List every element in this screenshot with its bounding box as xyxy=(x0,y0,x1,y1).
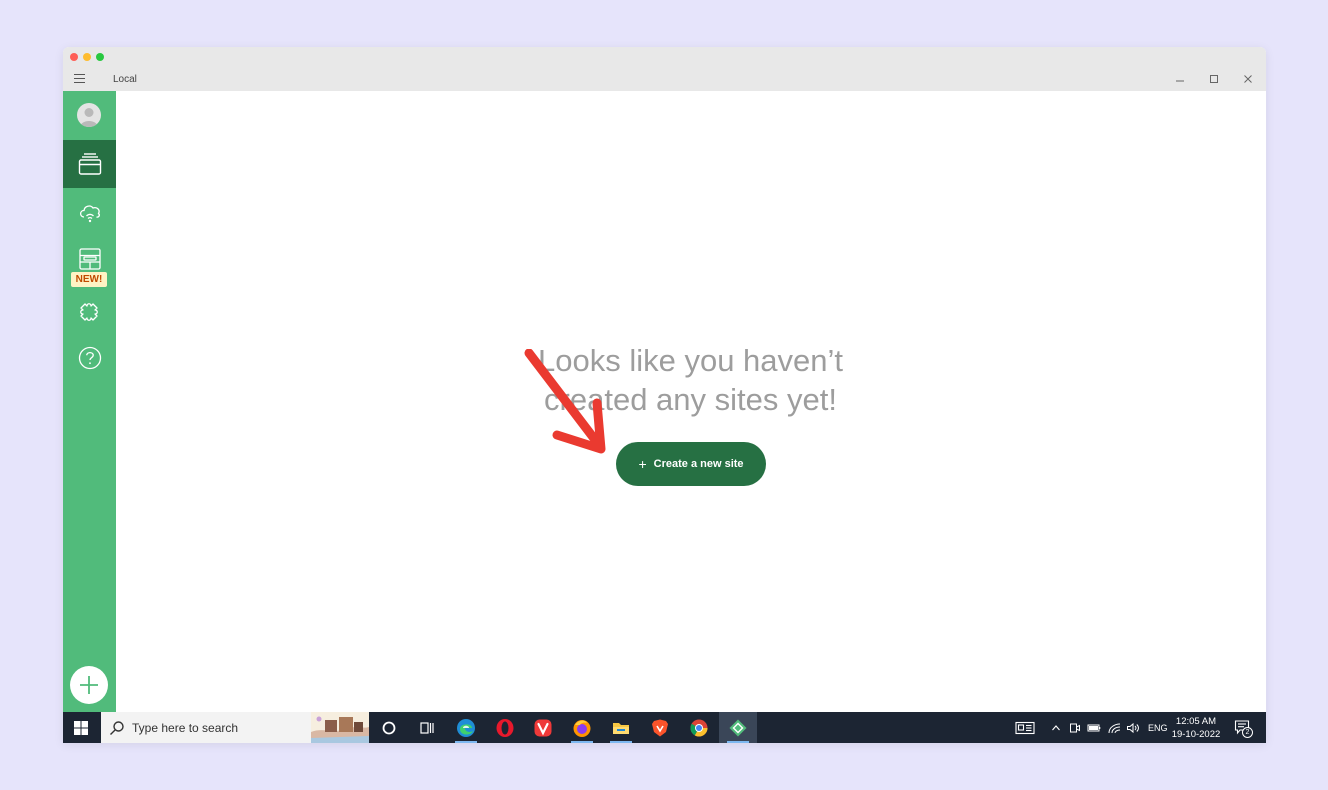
user-avatar-icon xyxy=(80,108,98,127)
battery-icon[interactable] xyxy=(1087,722,1101,734)
windows-logo-icon xyxy=(74,721,88,735)
sidebar-item-connect[interactable] xyxy=(63,188,116,236)
taskbar-local-app[interactable] xyxy=(719,712,757,743)
sidebar-item-addons[interactable] xyxy=(63,286,116,334)
notification-center-button[interactable]: 2 xyxy=(1234,719,1253,738)
add-site-button[interactable] xyxy=(70,666,108,704)
new-badge: NEW! xyxy=(71,272,107,287)
plus-icon xyxy=(80,676,98,694)
create-new-site-label: Create a new site xyxy=(653,458,744,470)
chevron-up-icon[interactable] xyxy=(1051,723,1061,733)
traffic-lights xyxy=(70,53,104,61)
search-icon xyxy=(110,720,124,735)
clock-date: 19-10-2022 xyxy=(1171,729,1221,740)
brave-browser-icon xyxy=(652,719,668,736)
search-placeholder: Type here to search xyxy=(132,720,239,735)
input-language[interactable]: ENG xyxy=(1148,723,1168,733)
taskbar-vivaldi[interactable] xyxy=(524,712,562,743)
maximize-icon xyxy=(1210,75,1218,83)
user-avatar[interactable] xyxy=(77,103,101,127)
taskbar-firefox[interactable] xyxy=(563,712,601,743)
windows-taskbar: Type here to search ENG 12:05 AM 19-10-2… xyxy=(63,712,1266,743)
meet-camera-icon[interactable] xyxy=(1069,722,1081,734)
taskbar-opera[interactable] xyxy=(486,712,524,743)
taskbar-chrome[interactable] xyxy=(680,712,718,743)
minimize-button[interactable] xyxy=(1172,71,1188,87)
create-plus-icon: + xyxy=(638,456,647,472)
search-highlight-illustration-icon xyxy=(311,712,369,743)
taskbar-clock[interactable]: 12:05 AM 19-10-2022 xyxy=(1171,715,1221,741)
close-button[interactable] xyxy=(1240,71,1256,87)
zoom-dot-icon[interactable] xyxy=(96,53,104,61)
firefox-browser-icon xyxy=(573,719,591,737)
puzzle-piece-icon xyxy=(79,303,98,321)
help-question-icon xyxy=(78,346,101,370)
taskbar-file-explorer[interactable] xyxy=(602,712,640,743)
sidebar: NEW! xyxy=(63,91,116,712)
taskbar-brave[interactable] xyxy=(641,712,679,743)
edge-browser-icon xyxy=(457,718,475,737)
minimize-dot-icon[interactable] xyxy=(83,53,91,61)
title-bar: Local xyxy=(63,47,1266,91)
windows-start-button[interactable] xyxy=(72,719,90,737)
wifi-icon[interactable] xyxy=(1107,722,1121,734)
sites-stack-icon xyxy=(78,153,101,175)
file-explorer-folder-icon xyxy=(613,722,629,734)
hamburger-menu-icon[interactable] xyxy=(74,74,85,84)
create-new-site-button[interactable]: + Create a new site xyxy=(616,442,766,486)
news-widget-icon[interactable] xyxy=(1015,721,1035,735)
clock-time: 12:05 AM xyxy=(1175,716,1217,727)
sidebar-item-help[interactable] xyxy=(63,334,116,382)
minimize-icon xyxy=(1176,80,1184,82)
opera-browser-icon xyxy=(496,718,514,737)
notification-count-badge: 2 xyxy=(1242,727,1253,738)
taskbar-edge[interactable] xyxy=(447,712,485,743)
cloud-signal-icon xyxy=(79,205,100,223)
sidebar-item-sites[interactable] xyxy=(63,140,116,188)
chrome-browser-icon xyxy=(690,719,708,736)
close-icon xyxy=(1244,75,1252,83)
close-dot-icon[interactable] xyxy=(70,53,78,61)
app-window: Local NEW! Looks like you haven’t create… xyxy=(63,47,1266,743)
task-view-button[interactable] xyxy=(408,712,446,743)
volume-icon[interactable] xyxy=(1126,722,1140,734)
cortana-circle-icon xyxy=(382,721,396,734)
red-arrow-annotation-icon xyxy=(524,349,606,454)
blueprint-layout-icon xyxy=(78,248,101,270)
vivaldi-browser-icon xyxy=(534,719,552,736)
window-title: Local xyxy=(113,74,137,85)
taskbar-search-box[interactable]: Type here to search xyxy=(101,712,369,743)
local-app-icon xyxy=(729,719,747,736)
maximize-button[interactable] xyxy=(1206,71,1222,87)
cortana-button[interactable] xyxy=(370,712,408,743)
system-tray: ENG xyxy=(1015,712,1168,743)
task-view-icon xyxy=(420,721,434,734)
